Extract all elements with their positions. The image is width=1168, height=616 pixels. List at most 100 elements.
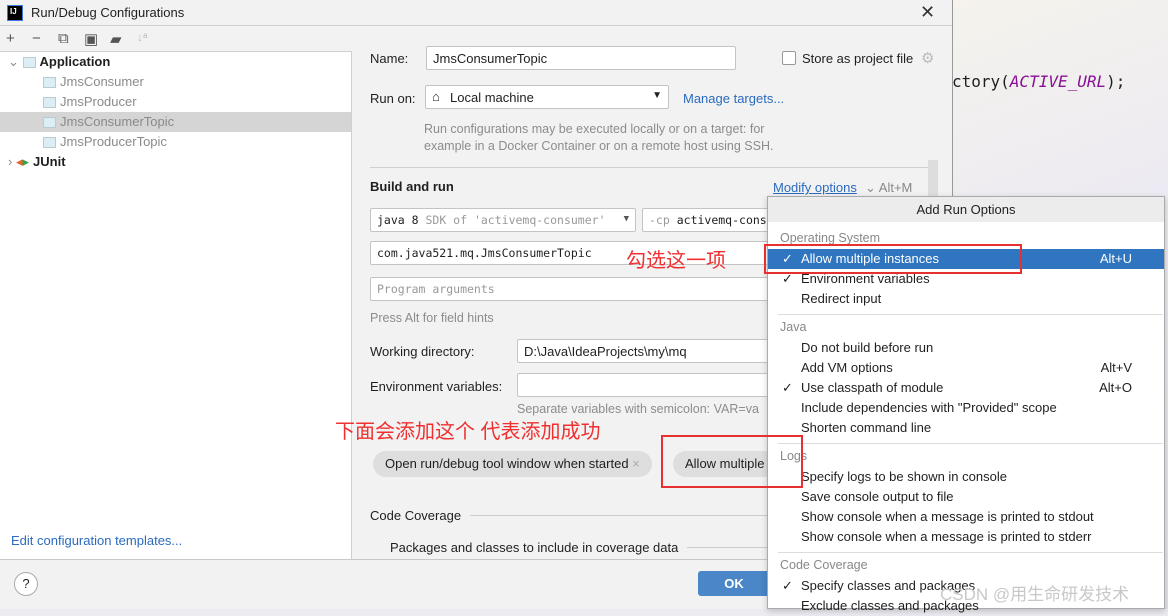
toolbar: + − ⧉ ▣ ▰ ↓ᵃ — [0, 27, 352, 52]
store-label: Store as project file — [802, 51, 914, 66]
menu-item[interactable]: Save console output to file — [768, 487, 1164, 507]
divider — [470, 515, 770, 516]
chevron-down-icon[interactable]: ⌄ — [8, 54, 19, 69]
field-hints-text: Press Alt for field hints — [370, 311, 494, 325]
menu-item[interactable]: ✓ Use classpath of module Alt+O — [768, 378, 1164, 398]
highlight-box — [661, 435, 803, 488]
run-on-hint: example in a Docker Container or on a re… — [424, 139, 774, 153]
menu-item-label: Show console when a message is printed t… — [801, 529, 1092, 544]
divider — [370, 167, 935, 168]
intellij-logo: IJ — [7, 5, 23, 21]
tree-label: JmsProducerTopic — [60, 134, 167, 149]
classpath-select[interactable]: -cp activemq-cons — [642, 208, 782, 232]
tree-item[interactable]: JmsConsumer — [0, 72, 351, 92]
menu-group-label: Code Coverage — [780, 558, 868, 572]
menu-item[interactable]: Add VM options Alt+V — [768, 358, 1164, 378]
application-icon — [43, 77, 56, 89]
gear-icon[interactable]: ⚙ — [921, 49, 934, 67]
menu-item[interactable]: Shorten command line — [768, 418, 1164, 438]
code-line: ctory(ACTIVE_URL); — [952, 72, 1125, 91]
main-class-input[interactable]: com.java521.mq.JmsConsumerTopic — [370, 241, 790, 265]
tree-item-application[interactable]: ⌄ Application — [0, 52, 351, 72]
divider — [687, 547, 767, 548]
menu-item-shortcut: Alt+O — [1099, 380, 1132, 395]
application-icon — [22, 57, 36, 69]
menu-item[interactable]: Redirect input — [768, 289, 1164, 309]
cp-value: activemq-cons — [676, 213, 767, 227]
name-input[interactable]: JmsConsumerTopic — [426, 46, 736, 70]
build-run-heading: Build and run — [370, 179, 454, 194]
menu-item[interactable]: Do not build before run — [768, 338, 1164, 358]
modify-options-link[interactable]: Modify options — [773, 180, 857, 195]
copy-icon[interactable]: ⧉ — [58, 30, 69, 47]
check-icon: ✓ — [782, 578, 793, 593]
annotation-added-success: 下面会添加这个 代表添加成功 — [335, 421, 601, 443]
tree-label: JmsConsumerTopic — [60, 114, 175, 129]
menu-item-label: Include dependencies with "Provided" sco… — [801, 400, 1057, 415]
chip-label: Open run/debug tool window when started — [385, 456, 629, 471]
dropdown-arrow-icon: ▼ — [623, 214, 629, 224]
sdk-select[interactable]: java 8 SDK of 'activemq-consumer' ▼ — [370, 208, 636, 232]
tree-label: JmsConsumer — [60, 74, 144, 89]
menu-item-label: Specify logs to be shown in console — [801, 469, 1007, 484]
junit-icon: ◂ — [15, 154, 23, 169]
application-icon — [43, 97, 56, 109]
folder-add-icon[interactable]: ▰ — [110, 30, 122, 48]
run-on-select[interactable]: ⌂ Local machine ▼ — [425, 85, 669, 109]
store-checkbox[interactable] — [782, 51, 796, 65]
edit-templates-link[interactable]: Edit configuration templates... — [11, 533, 182, 548]
ok-button[interactable]: OK — [698, 571, 770, 596]
run-on-label: Run on: — [370, 91, 416, 106]
code-constant: ACTIVE_URL — [1009, 72, 1107, 91]
application-icon — [43, 137, 56, 149]
title-bar: IJ Run/Debug Configurations ✕ — [0, 0, 952, 26]
close-icon[interactable]: ✕ — [920, 2, 935, 23]
menu-group-label: Java — [780, 320, 807, 334]
check-icon: ✓ — [782, 380, 793, 395]
minus-icon[interactable]: − — [32, 30, 41, 47]
env-vars-label: Environment variables: — [370, 379, 503, 394]
menu-item-shortcut: Alt+V — [1100, 360, 1132, 375]
cp-prefix: -cp — [649, 213, 670, 227]
highlight-box — [764, 244, 1022, 274]
sdk-detail: SDK of 'activemq-consumer' — [425, 213, 606, 227]
working-dir-input[interactable]: D:\Java\IdeaProjects\my\mq — [517, 339, 777, 363]
modify-shortcut: ⌄ Alt+M — [865, 180, 912, 196]
manage-targets-link[interactable]: Manage targets... — [683, 91, 784, 106]
help-button[interactable]: ? — [14, 572, 38, 596]
menu-group-label: Operating System — [780, 231, 881, 245]
sdk-value: java 8 — [377, 213, 419, 227]
run-on-value: Local machine — [450, 90, 534, 105]
home-icon: ⌂ — [432, 89, 440, 104]
coverage-packages-label: Packages and classes to include in cover… — [390, 540, 679, 555]
config-tree: ⌄ Application JmsConsumer JmsProducer Jm… — [0, 52, 352, 559]
shortcut-text: Alt+M — [878, 180, 913, 195]
tree-item-selected[interactable]: JmsConsumerTopic — [0, 112, 351, 132]
chevron-down-icon: ⌄ — [865, 180, 879, 195]
code-text: ); — [1106, 72, 1126, 91]
tree-item[interactable]: JmsProducer — [0, 92, 351, 112]
program-arguments-input[interactable]: Program arguments — [370, 277, 790, 301]
menu-item[interactable]: Include dependencies with "Provided" sco… — [768, 398, 1164, 418]
menu-item-label: Use classpath of module — [801, 380, 944, 395]
plus-icon[interactable]: + — [6, 30, 15, 47]
menu-item[interactable]: Specify logs to be shown in console — [768, 467, 1164, 487]
menu-item[interactable]: Show console when a message is printed t… — [768, 507, 1164, 527]
tree-item-junit[interactable]: › ◂▸ JUnit — [0, 152, 351, 172]
application-icon — [43, 117, 56, 129]
chevron-right-icon[interactable]: › — [8, 154, 12, 169]
sort-icon[interactable]: ↓ᵃ — [137, 30, 147, 44]
menu-item-label: Save console output to file — [801, 489, 954, 504]
chip-open-tool-window[interactable]: Open run/debug tool window when started … — [373, 451, 652, 477]
env-vars-hint: Separate variables with semicolon: VAR=v… — [517, 402, 759, 416]
tree-label: JUnit — [33, 154, 66, 169]
window-title: Run/Debug Configurations — [31, 5, 185, 20]
save-icon[interactable]: ▣ — [84, 30, 98, 48]
env-vars-input[interactable] — [517, 373, 777, 397]
annotation-check-this: 勾选这一项 — [626, 250, 726, 272]
close-icon[interactable]: × — [632, 456, 640, 471]
tree-item[interactable]: JmsProducerTopic — [0, 132, 351, 152]
name-label: Name: — [370, 51, 409, 66]
menu-item[interactable]: Show console when a message is printed t… — [768, 527, 1164, 547]
menu-item-shortcut: Alt+U — [1099, 251, 1132, 266]
